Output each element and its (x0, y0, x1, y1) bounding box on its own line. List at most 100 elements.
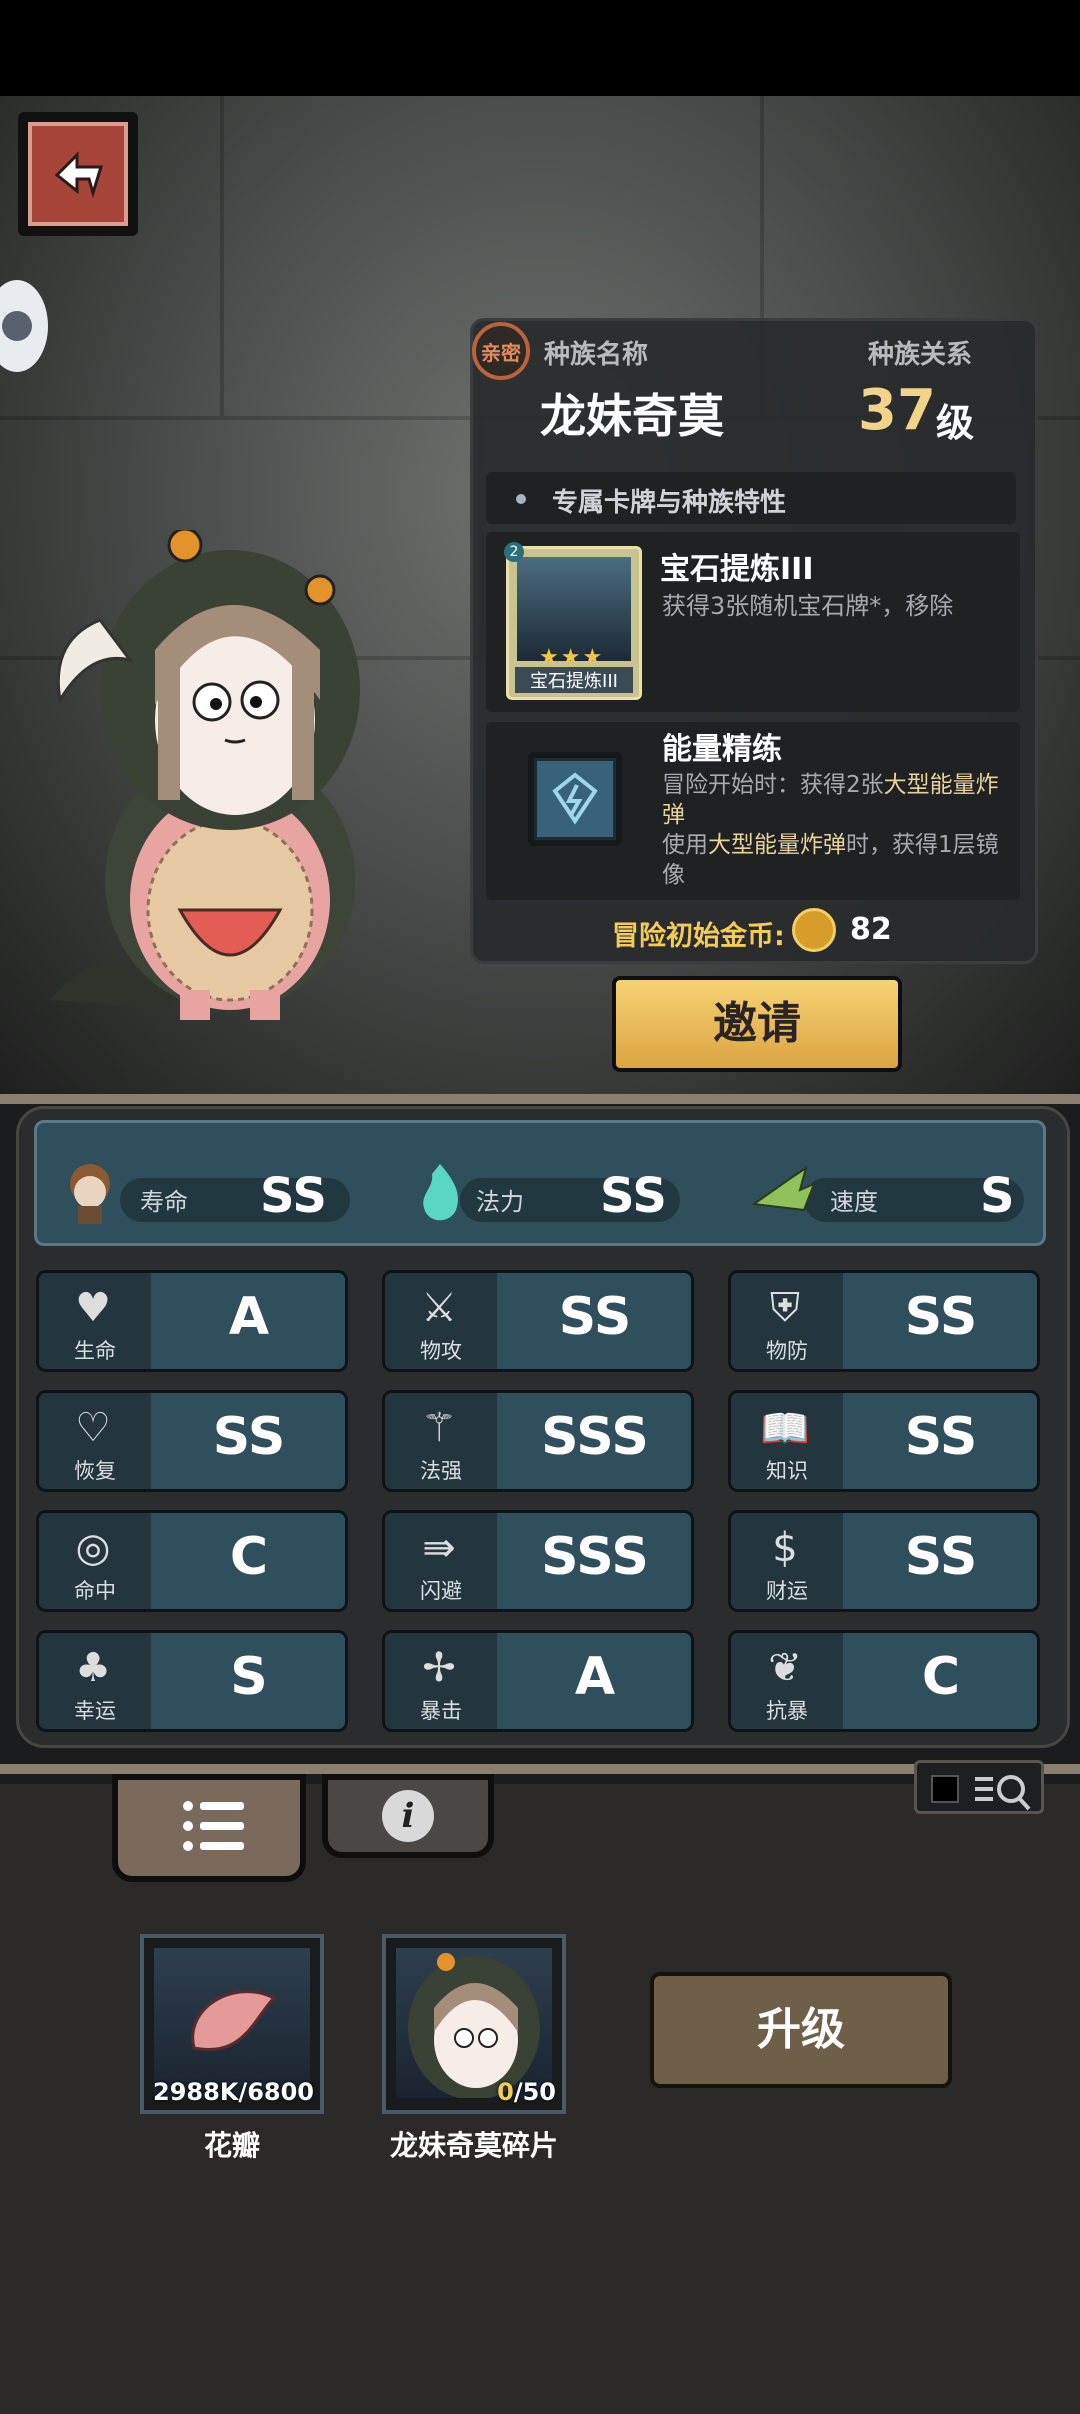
stat-name: 暴击 (420, 1699, 462, 1723)
race-name: 龙妹奇莫 (540, 389, 724, 443)
start-gold-label: 冒险初始金币: (612, 921, 785, 952)
energy-refine-icon (528, 752, 622, 846)
stat-grade: C (229, 1527, 269, 1587)
stat-card: ◎ 命中 C (36, 1510, 348, 1612)
search-list-icon (975, 1775, 1031, 1811)
stat-card: ✢ 暴击 A (382, 1630, 694, 1732)
stat-icon: ♡ (75, 1405, 111, 1451)
stat-name: 恢复 (74, 1459, 116, 1483)
stat-name: 抗暴 (766, 1699, 808, 1723)
section-title: 专属卡牌与种族特性 (552, 488, 787, 518)
stat-icon: ✢ (422, 1645, 456, 1691)
start-gold-value: 82 (850, 912, 892, 947)
stat-icon-box: ⇛ 闪避 (385, 1513, 497, 1609)
checkbox-icon (931, 1775, 959, 1803)
stat-name: 生命 (74, 1339, 116, 1363)
tab-list[interactable] (112, 1774, 306, 1882)
stat-icon: ⚚ (421, 1405, 457, 1451)
filter-search-button[interactable] (914, 1760, 1044, 1814)
flame-icon (410, 1160, 470, 1226)
stat-grade: SS (558, 1287, 632, 1347)
stat-card: ♡ 恢复 SS (36, 1390, 348, 1492)
gold-coin-icon (792, 908, 836, 952)
stat-name: 幸运 (74, 1699, 116, 1723)
stat-card: ❦ 抗暴 C (728, 1630, 1040, 1732)
character-portrait (30, 527, 390, 1020)
stat-card: 📖 知识 SS (728, 1390, 1040, 1492)
trait-name: 能量精练 (662, 732, 782, 767)
stat-icon-box: $ 财运 (731, 1513, 843, 1609)
intimacy-badge: 亲密 (472, 322, 530, 380)
status-bar (0, 0, 1080, 96)
fragment-item[interactable]: 0/50 (382, 1934, 566, 2114)
section-header: 专属卡牌与种族特性 (486, 472, 1016, 524)
stat-grade: SSS (541, 1527, 649, 1587)
stat-icon-box: ⚚ 法强 (385, 1393, 497, 1489)
relation-level-unit: 级 (936, 401, 975, 445)
card-description: 获得3张随机宝石牌*，移除 (662, 592, 954, 620)
back-button[interactable] (18, 112, 138, 236)
stat-card: ⛨ 物防 SS (728, 1270, 1040, 1372)
stat-icon: ❦ (768, 1645, 802, 1691)
stat-icon-box: ⛨ 物防 (731, 1273, 843, 1369)
stat-grade: A (228, 1287, 270, 1347)
info-icon: i (382, 1790, 434, 1842)
stat-icon: $ (772, 1525, 798, 1571)
stat-card: ⚚ 法强 SSS (382, 1390, 694, 1492)
top-stat-speed: 速度 S (748, 1160, 1028, 1224)
race-name-label: 种族名称 (544, 340, 649, 370)
chat-icon (2, 311, 32, 341)
fragment-name: 龙妹奇莫碎片 (389, 2129, 558, 2162)
relation-level: 37 (858, 378, 936, 443)
stat-icon-box: ✢ 暴击 (385, 1633, 497, 1729)
character-fragment-icon (396, 1948, 552, 2100)
stat-icon-box: ♡ 恢复 (39, 1393, 151, 1489)
stat-grade: SSS (541, 1407, 649, 1467)
stat-name: 物防 (766, 1339, 808, 1363)
petal-icon (154, 1948, 310, 2098)
back-arrow-icon (28, 122, 128, 226)
stat-name: 命中 (74, 1579, 116, 1603)
card-label: 宝石提炼III (515, 667, 633, 693)
stat-name: 财运 (766, 1579, 808, 1603)
petal-item[interactable]: 2988K/6800 (140, 1934, 324, 2114)
top-stat-mana: 法力 SS (410, 1160, 690, 1224)
stat-card: ♥ 生命 A (36, 1270, 348, 1372)
stat-icon: 📖 (760, 1406, 810, 1452)
bullet-icon (516, 494, 526, 504)
character-icon (60, 1160, 120, 1226)
tab-info[interactable]: i (322, 1774, 494, 1858)
stat-grade: C (921, 1647, 961, 1707)
list-icon (183, 1801, 244, 1851)
stat-card: ⇛ 闪避 SSS (382, 1510, 694, 1612)
trait-description: 冒险开始时：获得2张大型能量炸弹 使用大型能量炸弹时，获得1层镜像 (662, 772, 999, 888)
stat-icon-box: ♣ 幸运 (39, 1633, 151, 1729)
petal-name: 花瓣 (203, 2129, 260, 2162)
stat-card: ♣ 幸运 S (36, 1630, 348, 1732)
stat-icon: ⚔ (421, 1285, 457, 1331)
stat-card: ⚔ 物攻 SS (382, 1270, 694, 1372)
stat-name: 法强 (420, 1459, 462, 1483)
stat-card: $ 财运 SS (728, 1510, 1040, 1612)
stat-icon: ♥ (75, 1285, 111, 1331)
stat-icon-box: 📖 知识 (731, 1393, 843, 1489)
stat-icon-box: ♥ 生命 (39, 1273, 151, 1369)
top-stat-lifespan: 寿命 SS (60, 1160, 360, 1224)
invite-button[interactable]: 邀请 (612, 976, 902, 1072)
petal-count: 2988K/6800 (153, 2078, 314, 2106)
gem-refine-card[interactable]: ★★★ 宝石提炼III (506, 546, 642, 700)
stat-grade: SS (904, 1407, 978, 1467)
fragment-count: 0/50 (497, 2078, 556, 2106)
stat-name: 物攻 (420, 1339, 462, 1363)
stat-grade: S (230, 1647, 268, 1707)
stat-icon: ⛨ (770, 1285, 800, 1331)
race-relation-label: 种族关系 (868, 340, 973, 370)
stat-icon-box: ◎ 命中 (39, 1513, 151, 1609)
upgrade-button[interactable]: 升级 (650, 1972, 952, 2088)
stat-name: 知识 (766, 1459, 808, 1483)
stat-grade: A (574, 1647, 616, 1707)
stat-icon-box: ❦ 抗暴 (731, 1633, 843, 1729)
stat-grade: SS (904, 1527, 978, 1587)
card-name: 宝石提炼III (660, 552, 814, 587)
stat-icon: ⇛ (422, 1525, 456, 1571)
